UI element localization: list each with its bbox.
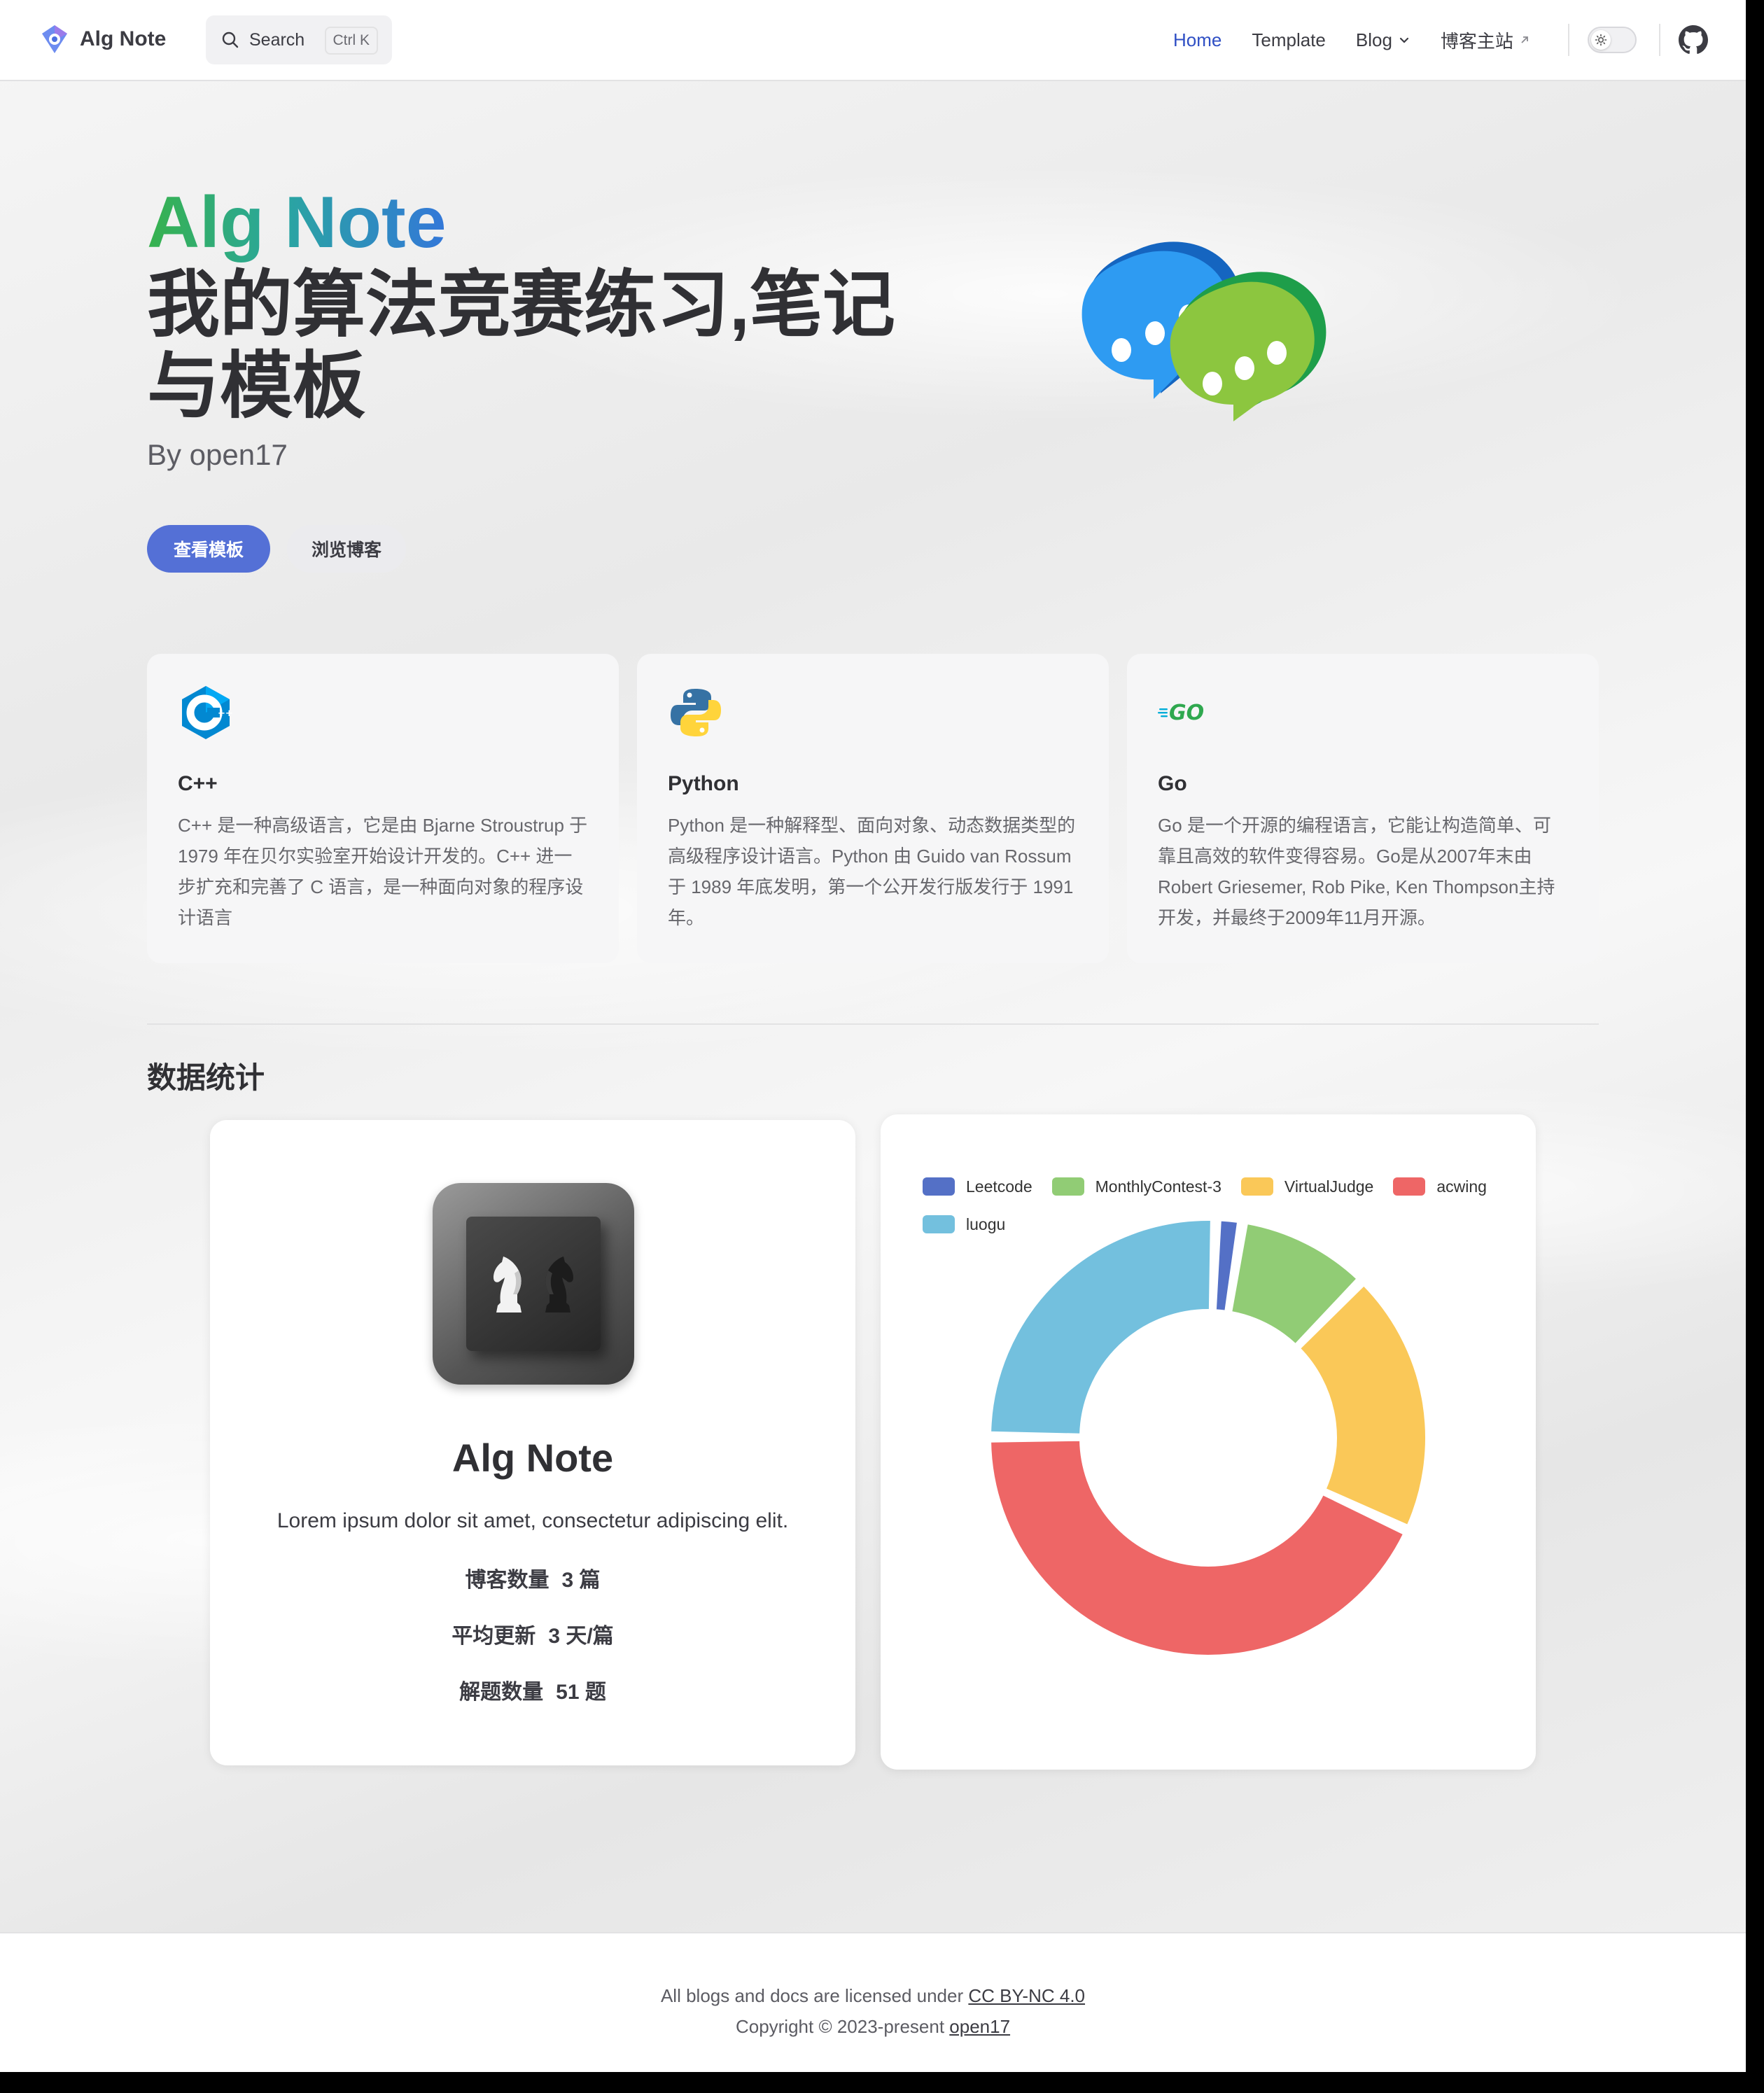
chart-card: Leetcode MonthlyContest-3 VirtualJudge acwi… xyxy=(881,1114,1536,1770)
search-shortcut: Ctrl K xyxy=(324,27,378,55)
sun-icon xyxy=(1595,34,1607,46)
profile-name: Alg Note xyxy=(451,1436,614,1480)
stat-value: 51 题 xyxy=(556,1681,606,1704)
search-label: Search xyxy=(249,29,305,50)
theme-toggle[interactable] xyxy=(1588,27,1637,53)
author-link[interactable]: open17 xyxy=(949,2016,1010,2037)
nav-separator xyxy=(1568,24,1569,56)
knight-black-icon xyxy=(545,1256,573,1312)
hero-name: Alg Note xyxy=(147,182,447,263)
external-link-icon xyxy=(1521,36,1528,43)
go-icon: GO xyxy=(1158,701,1204,725)
footer-copyright: Copyright © 2023-present open17 xyxy=(0,2016,1746,2038)
nav-main-site-label: 博客主站 xyxy=(1440,30,1513,52)
github-icon[interactable] xyxy=(1679,25,1708,55)
feature-details: Python 是一种解释型、面向对象、动态数据类型的高级程序设计语言。Pytho… xyxy=(668,815,1076,928)
view-templates-button[interactable]: 查看模板 xyxy=(147,525,270,573)
svg-text:GO: GO xyxy=(1169,701,1204,725)
stat-label: 博客数量 xyxy=(465,1569,550,1592)
feature-card-cpp: ++ C++ C++ 是一种高级语言，它是由 Bjarne Stroustrup… xyxy=(147,654,619,963)
nav-blog[interactable]: Blog xyxy=(1356,29,1410,51)
browse-blog-button[interactable]: 浏览博客 xyxy=(287,525,406,573)
page: Alg Note Search Ctrl K Home Template Blo… xyxy=(0,0,1746,2072)
cpp-icon: ++ xyxy=(182,686,233,739)
nav-links: Home Template Blog 博客主站 xyxy=(1173,0,1560,80)
nav-blog-label: Blog xyxy=(1355,29,1392,50)
hero-text: 我的算法竞赛练习,笔记与模板 xyxy=(147,265,895,427)
stat-label: 解题数量 xyxy=(459,1681,544,1704)
feature-card-go: GO Go Go 是一个开源的编程语言，它能让构造简单、可靠且高效的软件变得容易… xyxy=(1127,654,1599,963)
stats-section-title: 数据统计 xyxy=(147,1061,265,1094)
stat-value: 3 篇 xyxy=(561,1569,601,1592)
footer-license-text: All blogs and docs are licensed under xyxy=(660,1985,969,2006)
hero-tagline: By open17 xyxy=(147,438,288,471)
feature-details: C++ 是一种高级语言，它是由 Bjarne Stroustrup 于 1979… xyxy=(178,815,588,928)
profile-description: Lorem ipsum dolor sit amet, consectetur … xyxy=(276,1509,789,1532)
feature-title: Go xyxy=(1158,772,1187,795)
footer-copyright-text: Copyright © 2023-present xyxy=(735,2016,950,2037)
stat-value: 3 天/篇 xyxy=(548,1625,614,1648)
avatar-inner xyxy=(466,1217,601,1351)
license-link[interactable]: CC BY-NC 4.0 xyxy=(968,1985,1085,2006)
feature-title: Python xyxy=(668,772,739,795)
donut-slice[interactable] xyxy=(988,1218,1213,1436)
brand-link[interactable]: Alg Note xyxy=(39,24,166,55)
nav-separator xyxy=(1659,24,1660,56)
chevron-down-icon xyxy=(1399,37,1409,43)
stat-update-frequency: 平均更新 3 天/篇 xyxy=(210,1618,855,1649)
search-icon xyxy=(222,31,239,48)
profile-card: Alg Note Lorem ipsum dolor sit amet, con… xyxy=(210,1120,855,1765)
chat-bubbles-icon xyxy=(1082,241,1326,421)
search-button[interactable]: Search Ctrl K xyxy=(206,15,392,64)
nav-main-site[interactable]: 博客主站 xyxy=(1441,27,1530,53)
top-nav: Alg Note Search Ctrl K Home Template Blo… xyxy=(0,0,1746,81)
feature-title: C++ xyxy=(178,772,218,795)
avatar xyxy=(433,1183,634,1385)
stat-solved-count: 解题数量 51 题 xyxy=(210,1674,855,1705)
donut-chart xyxy=(988,1218,1428,1658)
footer-license: All blogs and docs are licensed under CC… xyxy=(0,1985,1746,2007)
theme-toggle-knob xyxy=(1591,30,1611,50)
nav-template[interactable]: Template xyxy=(1252,29,1326,51)
feature-details: Go 是一个开源的编程语言，它能让构造简单、可靠且高效的软件变得容易。Go是从2… xyxy=(1158,815,1555,928)
nav-home[interactable]: Home xyxy=(1173,29,1222,51)
feature-card-python: Python Python 是一种解释型、面向对象、动态数据类型的高级程序设计语… xyxy=(637,654,1109,963)
python-icon xyxy=(671,689,721,736)
stat-blog-count: 博客数量 3 篇 xyxy=(210,1562,855,1593)
brand-title: Alg Note xyxy=(80,27,167,50)
footer: All blogs and docs are licensed under CC… xyxy=(0,1932,1746,2072)
knight-white-icon xyxy=(493,1256,522,1312)
svg-text:++: ++ xyxy=(218,708,233,719)
logo-icon xyxy=(42,25,67,53)
section-divider xyxy=(147,1023,1599,1025)
stat-label: 平均更新 xyxy=(451,1625,536,1648)
